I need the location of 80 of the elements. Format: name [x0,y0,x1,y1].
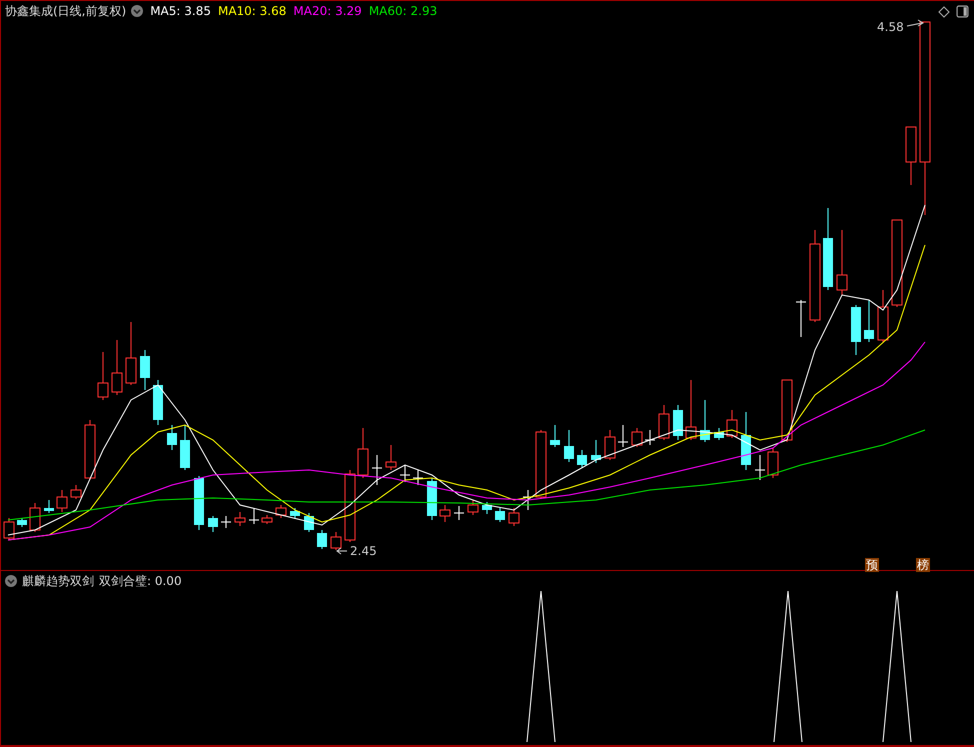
diamond-icon[interactable] [938,6,950,18]
candlestick [98,352,108,400]
candlestick [741,412,751,470]
candlestick [412,470,424,486]
candlestick [536,430,546,500]
moving-average-legend: MA5: 3.85 [150,3,211,19]
candlestick [878,290,888,342]
signal-marker: 预 [865,558,879,572]
arrow-icon [906,20,924,26]
dropdown-icon[interactable] [5,575,17,587]
candlestick [276,504,286,518]
candlestick [796,300,806,338]
candlestick [140,350,150,390]
candlestick [644,430,656,446]
candlestick [386,444,396,470]
candlestick [220,516,232,528]
candlestick [577,450,587,468]
candlestick [372,454,382,486]
candlestick [167,424,177,450]
candlestick [522,490,534,510]
candlestick [754,454,766,480]
candlestick [4,518,14,540]
candlestick [864,300,874,342]
candlestick [358,428,368,478]
moving-average-legend: MA60: 2.93 [368,3,438,19]
candlestick [591,440,601,464]
candlestick [714,428,724,440]
candlestick [782,380,792,442]
candlestick [495,508,505,522]
candlestick [768,448,778,478]
candlestick [153,380,163,426]
candlestick [726,410,738,438]
candlestick [482,502,492,514]
candlestick [234,512,246,526]
candlestick [70,484,82,500]
candlestick [508,508,520,526]
candlestick [906,126,916,186]
candlestick [851,304,861,356]
candlestick [604,430,616,460]
candlestick [427,478,437,520]
indicator-name: 麒麟趋势双剑 [22,573,94,589]
signal-marker: 榜 [916,558,930,572]
candlestick [194,476,204,530]
moving-average-legend: MA10: 3.68 [218,3,286,19]
candlestick [836,230,848,296]
candlestick [56,490,68,512]
moving-average-legend: MA20: 3.29 [293,3,362,19]
low-price-label: 2.45 [350,544,377,558]
candlestick [550,424,560,448]
candlestick [700,400,710,442]
candlestick [30,502,40,532]
candlestick [468,500,478,516]
high-price-label: 4.58 [877,20,904,34]
candlestick [686,380,696,440]
candlestick [290,508,300,520]
candlestick [632,428,642,448]
candlestick [304,512,314,532]
panel-toggle-icon[interactable] [956,5,969,18]
candlestick [248,508,260,524]
arrow-icon [336,548,348,554]
chart-title: 协鑫集成(日线,前复权) [5,3,126,19]
candlestick [126,322,136,386]
candlestick [208,516,218,532]
candlestick [317,530,327,550]
candlestick [44,500,54,514]
candlestick [618,424,628,448]
candlestick [673,404,683,440]
candlestick [400,464,410,482]
candlestick [330,532,342,550]
candlestick [440,504,450,522]
dropdown-icon[interactable] [131,5,144,17]
candlestick [84,420,96,480]
candlestick [454,506,464,520]
candlestick [658,404,670,440]
candlestick [564,430,574,462]
candlestick [262,514,272,524]
indicator-reading: 双剑合璧: 0.00 [99,573,182,589]
candlestick [180,424,190,470]
candlestick [112,340,122,396]
candlestick [17,518,27,528]
